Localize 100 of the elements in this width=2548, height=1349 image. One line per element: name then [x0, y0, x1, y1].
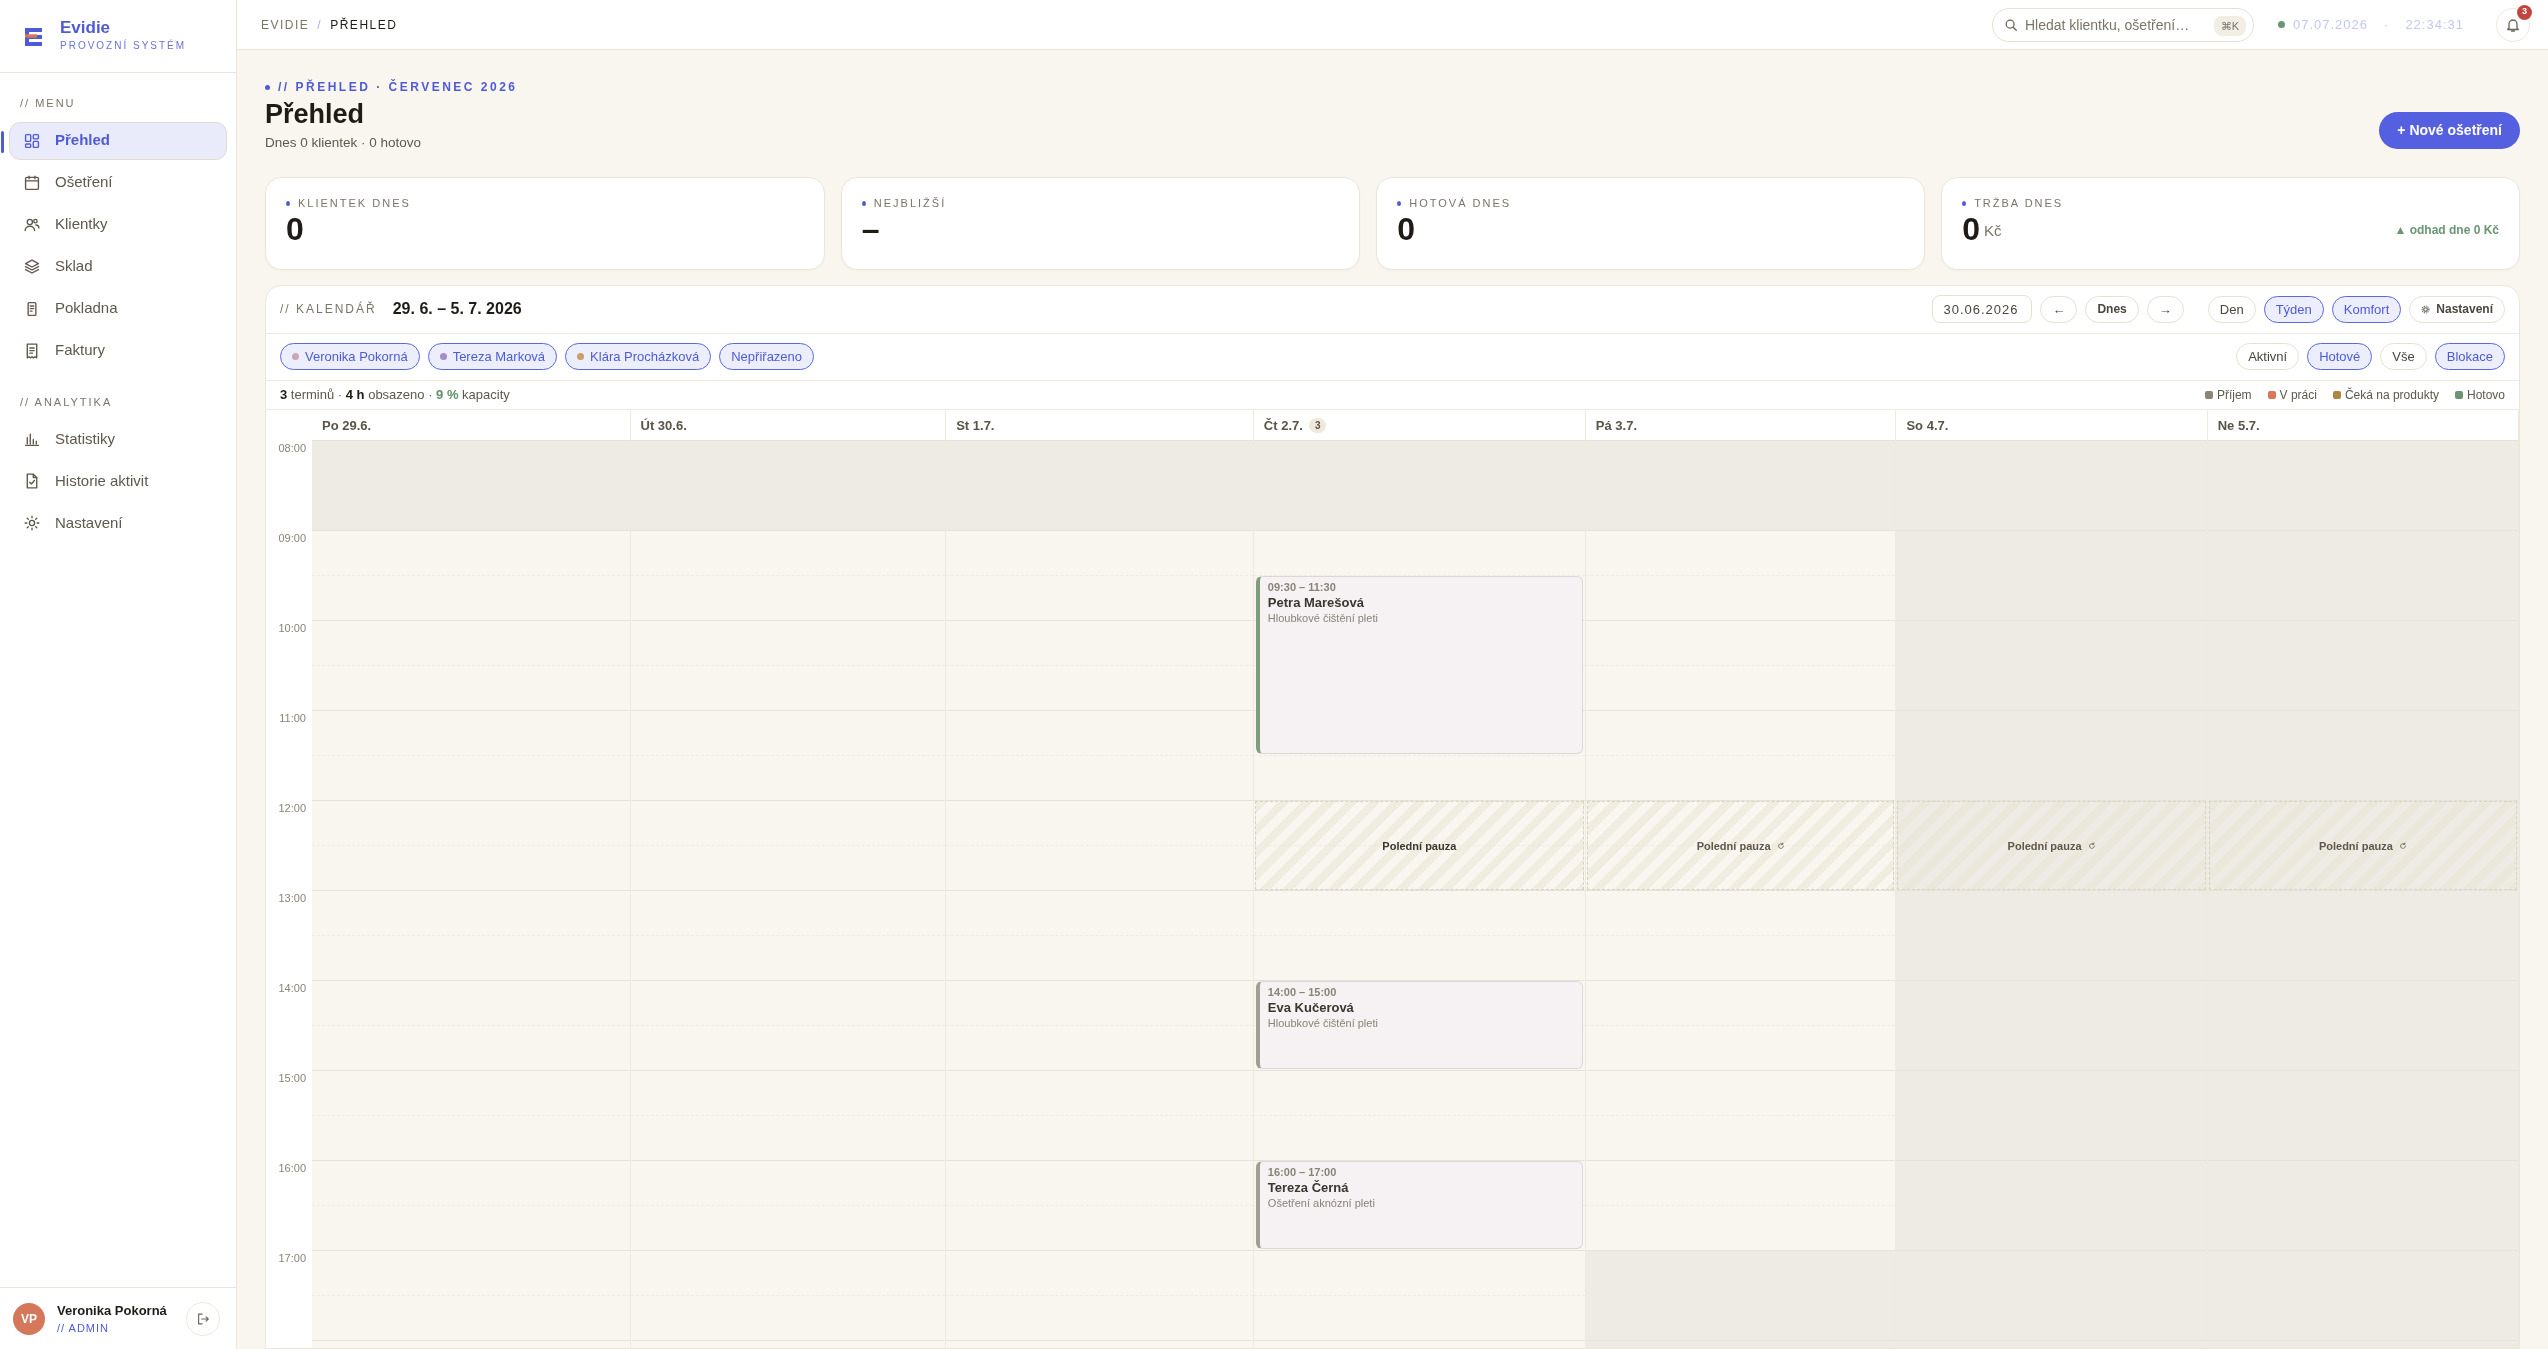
time-label: 11:00	[279, 711, 306, 727]
stat-value: 0	[1397, 211, 1416, 247]
stat-value: 0	[1962, 211, 1980, 247]
page-eyebrow: // PŘEHLED · ČERVENEC 2026	[278, 78, 518, 97]
service-name: Hloubkové čištění pleti	[1267, 611, 1379, 627]
previous-button[interactable]: ←	[2040, 295, 2078, 323]
separator-dot: ·	[2384, 15, 2390, 34]
calendar-icon	[23, 173, 41, 192]
appointment-card[interactable]: 09:30 – 11:30 Petra Marešová Hloubkové čištění pleti	[1255, 576, 1583, 755]
sidebar-item[interactable]: Historie aktivit	[9, 462, 227, 500]
staff-filter-chip[interactable]: Klára Procházková	[565, 343, 712, 371]
user-avatar: VP	[13, 1302, 45, 1335]
appointment-time: 09:30 – 11:30	[1267, 580, 1337, 596]
label-dot	[1962, 200, 1967, 206]
breadcrumb-separator: /	[317, 16, 323, 34]
pause-label: Polední pauza	[2318, 838, 2393, 854]
new-treatment-button[interactable]: + Nové ošetření	[2379, 112, 2520, 150]
staff-filter-chip[interactable]: Veronika Pokorná	[280, 343, 420, 371]
time-label: 14:00	[278, 981, 306, 997]
section-heading: // ANALYTIKA	[19, 394, 114, 410]
status-filter-chip[interactable]: Hotové	[2307, 343, 2373, 371]
legend-label: V práci	[2279, 387, 2317, 405]
day-header: Út 30.6.	[640, 416, 687, 435]
date-field[interactable]: 30.06.2026	[1932, 295, 2033, 324]
sidebar-item[interactable]: Faktury	[9, 331, 227, 370]
legend-label: Hotovo	[2466, 387, 2505, 405]
status-filter-chip[interactable]: Blokace	[2434, 343, 2505, 371]
legend-label: Čeká na produkty	[2344, 386, 2439, 405]
user-name: Veronika Pokorná	[57, 1301, 168, 1320]
logo-icon	[22, 26, 44, 46]
appointment-time: 16:00 – 17:00	[1267, 1165, 1338, 1180]
sidebar-item[interactable]: Statistiky	[9, 420, 227, 458]
appointment-card[interactable]: 14:00 – 15:00 Eva Kučerová Hloubkové čištění pleti	[1255, 981, 1583, 1070]
appointment-count: 3	[1308, 417, 1327, 433]
view-toggle[interactable]: Týden	[2263, 295, 2324, 323]
eyebrow-dot	[265, 84, 270, 90]
service-name: Hloubkové čištění pleti	[1267, 1016, 1379, 1032]
section-heading: // MENU	[19, 96, 77, 111]
sidebar-item[interactable]: Sklad	[9, 247, 227, 286]
trend-text: ▲ odhad dne 0 Kč	[2394, 221, 2500, 239]
breadcrumb-link[interactable]: EVIDIE	[261, 15, 310, 34]
date-text: 07.07.2026	[2292, 15, 2369, 34]
brand-name: Evidie	[60, 19, 112, 38]
notifications-button[interactable]: 3	[2496, 7, 2530, 42]
day-header: Čt 2.7.	[1263, 416, 1303, 435]
search-icon	[2003, 17, 2018, 32]
logout-icon	[196, 1311, 210, 1326]
time-label: 08:00	[278, 441, 306, 457]
status-filter-chip[interactable]: Aktivní	[2236, 343, 2300, 371]
appointment-card[interactable]: 16:00 – 17:00 Tereza Černá Ošetření aknózní pleti	[1255, 1161, 1583, 1250]
notification-count: 3	[2517, 4, 2532, 20]
brand-tagline: PROVOZNÍ SYSTÉM	[60, 38, 187, 53]
label-dot	[286, 200, 290, 206]
day-header: Po 29.6.	[322, 416, 372, 435]
stat-label: NEJBLIŽŠÍ	[873, 196, 947, 212]
page-subtitle: Dnes 0 klientek · 0 hotovo	[265, 133, 423, 152]
day-header: St 1.7.	[956, 416, 995, 435]
time-label: 15:00	[278, 1071, 306, 1087]
time-label: 12:00	[278, 801, 306, 817]
time-label: 10:00	[278, 621, 306, 637]
stat-value: –	[861, 211, 880, 247]
staff-filter-chip[interactable]: Tereza Marková	[427, 343, 558, 371]
time-label: 13:00	[278, 891, 306, 907]
gear-icon	[2421, 304, 2431, 314]
stat-value: 0	[286, 211, 304, 247]
active-indicator	[1, 130, 4, 153]
view-toggle[interactable]: Komfort	[2331, 295, 2402, 323]
service-name: Ošetření aknózní pleti	[1267, 1196, 1376, 1212]
today-button[interactable]: Dnes	[2085, 295, 2139, 323]
sidebar-item[interactable]: Pokladna	[9, 289, 227, 328]
view-toggle[interactable]: Den	[2207, 295, 2256, 323]
logout-button[interactable]	[186, 1301, 220, 1336]
user-role: // ADMIN	[57, 1321, 110, 1336]
settings-button[interactable]: Nastavení	[2409, 295, 2505, 323]
sidebar-item[interactable]: Nastavení	[9, 504, 227, 542]
pause-label: Polední pauza	[1696, 838, 1771, 854]
label-dot	[861, 200, 866, 206]
stat-label: HOTOVÁ DNES	[1409, 196, 1512, 212]
client-name: Petra Marešová	[1267, 595, 1365, 611]
staff-filter-chip[interactable]: Nepřiřazeno	[719, 343, 815, 371]
clock-text: 22:34:31	[2405, 15, 2464, 34]
label-dot	[1397, 200, 1402, 206]
sidebar-item[interactable]: Klientky	[9, 205, 227, 244]
time-label: 09:00	[278, 531, 306, 547]
bell-icon	[2505, 16, 2521, 33]
time-label: 17:00	[278, 1251, 306, 1267]
gear-icon	[23, 514, 41, 532]
client-name: Tereza Černá	[1267, 1180, 1350, 1196]
breadcrumb-current: PŘEHLED	[330, 16, 398, 34]
day-header: So 4.7.	[1906, 416, 1949, 435]
stat-label: KLIENTEK DNES	[298, 196, 411, 212]
day-header: Pá 3.7.	[1595, 416, 1638, 435]
page-title: Přehled	[265, 98, 366, 131]
date-range: 29. 6. – 5. 7. 2026	[392, 299, 522, 320]
grid-icon	[23, 131, 41, 150]
time-label: 16:00	[278, 1161, 306, 1177]
pause-label: Polední pauza	[1382, 838, 1457, 854]
next-button[interactable]: →	[2146, 295, 2184, 323]
sidebar-item[interactable]: Ošetření	[9, 163, 227, 202]
status-filter-chip[interactable]: Vše	[2380, 343, 2427, 371]
